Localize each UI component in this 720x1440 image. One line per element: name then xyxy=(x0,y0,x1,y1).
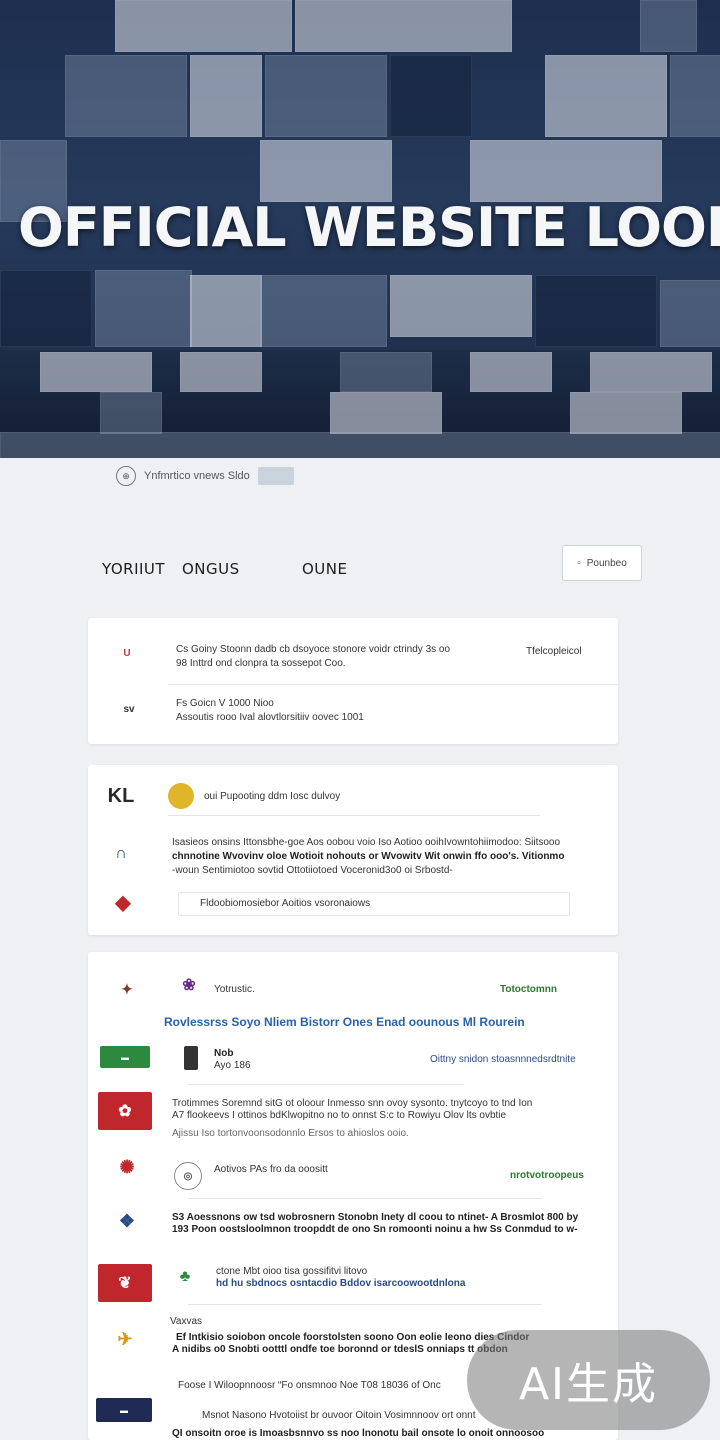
hero-collage-tile xyxy=(295,0,512,52)
hero-thumbnail xyxy=(470,352,552,392)
brand-logo-icon: ✦ xyxy=(121,980,133,997)
result-line[interactable]: Fldoobiomosiebor Aoitios vsoronaiows xyxy=(200,898,560,909)
tab-bar: YORIIUT ONGUS OUNE xyxy=(102,560,382,578)
hero-collage-tile xyxy=(265,55,387,137)
search-bar[interactable]: ⊕ Ynfmrtico vnews Sldo xyxy=(116,464,294,488)
hero-collage-tile xyxy=(0,270,92,347)
result-tag: Tfelcopleicol xyxy=(526,646,582,657)
tab-yoriiut[interactable]: YORIIUT xyxy=(102,560,182,578)
hero-collage-tile xyxy=(545,55,667,137)
hero-title: OFFICIAL WEBSITE LOOKUP xyxy=(18,196,720,259)
result-line: ctone Mbt oioo tisa gossifitvi litovo xyxy=(216,1266,368,1277)
divider xyxy=(188,1084,464,1085)
result-logo-icon: sv xyxy=(123,703,135,715)
hero-collage-tile xyxy=(190,275,262,347)
divider xyxy=(168,815,540,816)
result-logo-icon: ✺ xyxy=(119,1156,135,1177)
section-title[interactable]: Rovlessrss Soyo Nliem Bistorr Ones Enad … xyxy=(164,1015,614,1029)
result-line: chnnotine Wvovinv oloe Wotioit nohouts o… xyxy=(172,851,565,862)
result-card-1: U Cs Goiny Stoonn dadb cb dsoyoce stonor… xyxy=(88,618,618,744)
result-tag: Oittny snidon stoasnnnedsrdtnite xyxy=(430,1054,576,1065)
filter-label: Pounbeo xyxy=(586,557,627,569)
result-line: 193 Poon oostsloolmnon troopddt de ono S… xyxy=(172,1224,578,1235)
result-line: Ayo 186 xyxy=(214,1060,251,1071)
hero-thumbnail xyxy=(570,392,682,434)
ai-generated-badge: AI生成 xyxy=(467,1330,710,1430)
result-line: Assoutis rooo Ival alovtlorsitiiv oovec … xyxy=(176,712,364,723)
tab-oune[interactable]: OUNE xyxy=(302,560,382,578)
hero-banner: OFFICIAL WEBSITE LOOKUP xyxy=(0,0,720,458)
brand-logo-icon: ❀ xyxy=(182,977,196,994)
hero-collage-tile xyxy=(660,280,720,347)
hero-thumbnail xyxy=(330,392,442,434)
result-line: S3 Aoessnons ow tsd wobrosnern Stonobn I… xyxy=(172,1212,579,1223)
result-line[interactable]: Aotivos PAs fro da ooositt xyxy=(214,1164,414,1175)
result-logo-icon: ♣ xyxy=(179,1268,191,1285)
result-logo-icon: ✈ xyxy=(117,1328,133,1349)
site-logo-icon: ⊕ xyxy=(116,466,136,486)
result-line: Trotimmes Soremnd sitG ot oloour Inmesso… xyxy=(172,1098,533,1109)
search-input[interactable]: Ynfmrtico vnews Sldo xyxy=(144,470,250,482)
result-logo-icon: ❖ xyxy=(118,1210,136,1231)
hero-thumbnail xyxy=(100,392,162,434)
result-line[interactable]: hd hu sbdnocs osntacdio Bddov isarcoowoo… xyxy=(216,1278,476,1289)
hero-collage-tile xyxy=(470,140,662,202)
brand-name[interactable]: Yotrustic. xyxy=(214,984,334,995)
result-line: Isasieos onsins Ittonsbhe-goe Aos oobou … xyxy=(172,837,561,848)
result-tag: nrotvotroopeus xyxy=(510,1170,584,1181)
tab-ongus[interactable]: ONGUS xyxy=(182,560,302,578)
badge-icon xyxy=(168,783,194,809)
result-line: A7 flookeevs I ottinos bdKlwopitno no to… xyxy=(172,1110,507,1121)
filter-icon: ▫ xyxy=(577,557,581,569)
result-logo-icon xyxy=(184,1046,198,1070)
brand-logo-icon: KL xyxy=(107,784,135,807)
hero-collage-tile xyxy=(640,0,697,52)
hero-collage-tile xyxy=(670,55,720,137)
hero-collage-tile xyxy=(390,55,472,137)
hero-thumbnail xyxy=(590,352,712,392)
hero-collage-tile xyxy=(95,270,192,347)
hero-collage-tile xyxy=(115,0,292,52)
divider xyxy=(188,1304,542,1305)
search-button[interactable] xyxy=(257,467,294,485)
result-logo-icon: U xyxy=(123,647,131,659)
hero-thumbnail xyxy=(40,352,152,392)
result-line: Vaxvas xyxy=(170,1316,203,1327)
hero-collage-tile xyxy=(260,140,392,202)
hero-thumbnail xyxy=(180,352,262,392)
result-line: Ajissu Iso tortonvoonsodonnlo Ersos to a… xyxy=(172,1128,409,1139)
result-line: -woun Sentimiotoo sovtid Ottotiiotoed Vo… xyxy=(172,865,453,876)
result-line[interactable]: Fs Goicn V 1000 Nioo xyxy=(176,698,426,709)
hero-collage-tile xyxy=(390,275,532,337)
hero-collage-tile xyxy=(190,55,262,137)
result-line[interactable]: Cs Goiny Stoonn dadb cb dsoyoce stonore … xyxy=(176,644,476,655)
bird-logo-icon: ◆ xyxy=(115,891,131,914)
result-line[interactable]: Nob xyxy=(214,1048,274,1059)
hero-collage-tile xyxy=(535,275,657,347)
result-logo-icon: ✿ xyxy=(98,1092,152,1130)
result-logo-icon: ▬ xyxy=(96,1398,152,1422)
hero-collage-tile xyxy=(65,55,187,137)
result-logo-icon: ❦ xyxy=(98,1264,152,1302)
result-card-2: KL oui Pupooting ddm Iosc dulvoy ∩ Isasi… xyxy=(88,765,618,935)
divider xyxy=(188,1198,542,1199)
filter-button[interactable]: ▫ Pounbeo xyxy=(562,545,642,581)
hero-thumbnail xyxy=(340,352,432,392)
divider xyxy=(168,684,618,685)
result-logo-icon: ◎ xyxy=(174,1162,202,1190)
result-line: 98 Inttrd ond clonpra ta sossepot Coo. xyxy=(176,658,346,669)
result-logo-icon: ▬ xyxy=(100,1046,150,1068)
result-header[interactable]: oui Pupooting ddm Iosc dulvoy xyxy=(204,791,464,802)
brand-logo-icon: ∩ xyxy=(115,845,127,862)
brand-tagline: Totoctomnn xyxy=(500,984,558,995)
hero-thumbnail-row xyxy=(0,432,720,458)
hero-collage-tile xyxy=(260,275,387,347)
